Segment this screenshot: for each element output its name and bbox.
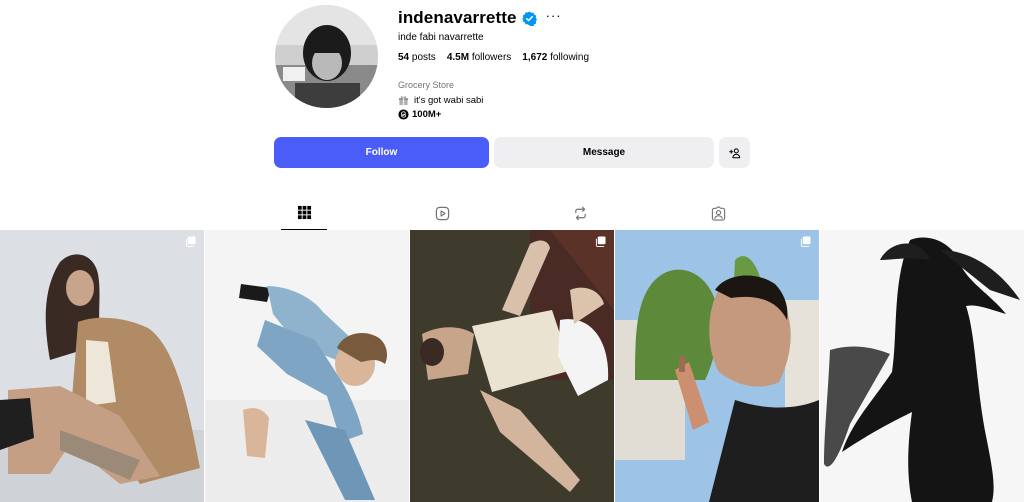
avatar-photo [275,5,378,108]
username: indenavarrette [398,8,517,27]
threads-icon [398,109,409,120]
stat-posts-label: posts [411,52,436,63]
bio: it's got wabi sabi [398,95,483,106]
carousel-icon [800,236,811,247]
profile-stats: 54 posts 4.5M followers 1,672 following [398,52,600,63]
tagged-icon [711,205,725,221]
tab-posts[interactable] [281,196,327,230]
grid-icon [297,205,311,220]
more-options-button[interactable]: ··· [546,9,562,25]
tab-reposts[interactable] [557,196,603,230]
verified-badge-icon [521,10,537,26]
post-photo [410,230,614,502]
profile-category: Grocery Store [398,80,455,90]
message-button[interactable]: Message [494,137,714,168]
tab-tagged[interactable] [695,196,741,230]
stat-followers-value: 4.5M [446,52,470,63]
posts-grid [0,230,1024,502]
post-thumbnail[interactable] [205,230,409,502]
stat-posts[interactable]: 54 posts [398,52,436,63]
username-row: indenavarrette ··· [398,6,562,30]
avatar[interactable] [275,5,378,108]
threads-count: 100M+ [412,109,442,120]
stat-posts-value: 54 [398,52,410,63]
stat-followers-label: followers [471,52,512,63]
stat-following-value: 1,672 [522,52,548,63]
tab-reels[interactable] [419,196,465,230]
threads-link[interactable]: 100M+ [398,109,441,120]
reels-icon [435,206,449,220]
post-thumbnail[interactable] [820,230,1024,502]
stat-followers[interactable]: 4.5M followers [447,52,511,63]
profile-header: indenavarrette ··· inde fabi navarrette … [0,0,1024,190]
suggested-accounts-button[interactable] [719,137,750,168]
post-photo [0,230,204,502]
carousel-icon [595,236,606,247]
bio-text: it's got wabi sabi [414,95,484,106]
add-person-icon [728,147,740,158]
post-thumbnail[interactable] [0,230,204,502]
post-photo [615,230,819,502]
post-thumbnail[interactable] [615,230,819,502]
full-name: inde fabi navarrette [398,32,484,43]
profile-tabs [0,196,1024,230]
stat-following[interactable]: 1,672 following [522,52,589,63]
gift-emoji-icon [398,96,409,106]
stat-following-label: following [550,52,590,63]
repost-icon [574,206,586,220]
post-photo [205,230,409,502]
follow-button[interactable]: Follow [274,137,489,168]
post-thumbnail[interactable] [410,230,614,502]
post-photo [820,230,1024,502]
carousel-icon [185,236,196,247]
